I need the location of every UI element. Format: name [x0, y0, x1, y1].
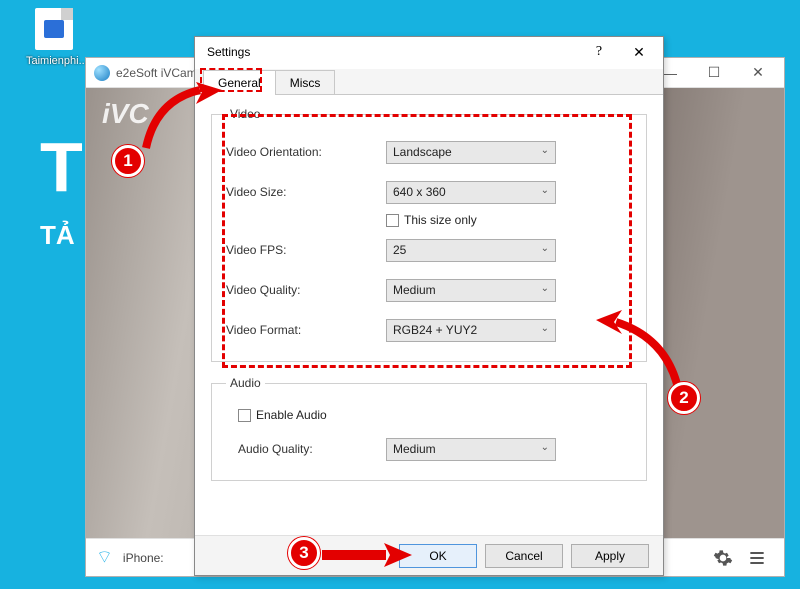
- video-group: Video Video Orientation: Landscape ⌄ Vid…: [211, 107, 647, 362]
- checkbox-label: This size only: [404, 213, 477, 227]
- select-orientation[interactable]: Landscape ⌄: [386, 141, 556, 164]
- chevron-down-icon: ⌄: [541, 243, 549, 254]
- checkbox-enable-audio[interactable]: Enable Audio: [238, 408, 632, 422]
- dialog-button-row: OK Cancel Apply: [195, 535, 663, 575]
- desktop-shortcut-label: Taimienphi....: [26, 55, 91, 67]
- label-fps: Video FPS:: [226, 243, 386, 257]
- audio-group: Audio Enable Audio Audio Quality: Medium…: [211, 376, 647, 481]
- label-format: Video Format:: [226, 323, 386, 337]
- hamburger-icon: [747, 548, 767, 568]
- chevron-down-icon: ⌄: [541, 145, 549, 156]
- help-button[interactable]: ?: [579, 38, 619, 66]
- menu-button[interactable]: [740, 541, 774, 575]
- file-icon: [35, 8, 73, 50]
- close-button[interactable]: ✕: [736, 59, 780, 87]
- label-size: Video Size:: [226, 185, 386, 199]
- settings-titlebar: Settings ? ✕: [195, 37, 663, 67]
- annotation-arrow-3: [322, 543, 412, 567]
- settings-close-button[interactable]: ✕: [619, 38, 659, 66]
- wifi-icon: ⌔: [96, 546, 113, 569]
- select-audio-quality[interactable]: Medium ⌄: [386, 438, 556, 461]
- settings-title: Settings: [207, 45, 579, 59]
- settings-body: Video Video Orientation: Landscape ⌄ Vid…: [195, 95, 663, 535]
- settings-dialog: Settings ? ✕ General Miscs Video Video O…: [194, 36, 664, 576]
- checkbox-box: [386, 214, 399, 227]
- maximize-button[interactable]: ☐: [692, 59, 736, 87]
- annotation-arrow-1: [138, 82, 222, 156]
- select-size[interactable]: 640 x 360 ⌄: [386, 181, 556, 204]
- label-audio-quality: Audio Quality:: [226, 442, 386, 456]
- gear-icon: [713, 548, 733, 568]
- annotation-badge-3: 3: [288, 537, 320, 569]
- select-quality[interactable]: Medium ⌄: [386, 279, 556, 302]
- chevron-down-icon: ⌄: [541, 323, 549, 334]
- tab-miscs[interactable]: Miscs: [275, 70, 336, 95]
- chevron-down-icon: ⌄: [541, 442, 549, 453]
- checkbox-this-size-only[interactable]: This size only: [386, 213, 632, 227]
- desktop-shortcut[interactable]: Taimienphi....: [26, 8, 82, 67]
- select-format[interactable]: RGB24 + YUY2 ⌄: [386, 319, 556, 342]
- annotation-arrow-2: [596, 310, 688, 396]
- annotation-badge-1: 1: [112, 145, 144, 177]
- label-orientation: Video Orientation:: [226, 145, 386, 159]
- select-fps[interactable]: 25 ⌄: [386, 239, 556, 262]
- video-group-legend: Video: [226, 107, 264, 121]
- checkbox-box: [238, 409, 251, 422]
- label-quality: Video Quality:: [226, 283, 386, 297]
- audio-group-legend: Audio: [226, 376, 265, 390]
- background-brand-text: T TẢ: [40, 132, 83, 251]
- ivcam-app-icon: [94, 65, 110, 81]
- settings-tabs: General Miscs: [195, 69, 663, 95]
- annotation-badge-2: 2: [668, 382, 700, 414]
- settings-gear-button[interactable]: [706, 541, 740, 575]
- chevron-down-icon: ⌄: [541, 185, 549, 196]
- chevron-down-icon: ⌄: [541, 283, 549, 294]
- apply-button[interactable]: Apply: [571, 544, 649, 568]
- cancel-button[interactable]: Cancel: [485, 544, 563, 568]
- checkbox-label: Enable Audio: [256, 408, 327, 422]
